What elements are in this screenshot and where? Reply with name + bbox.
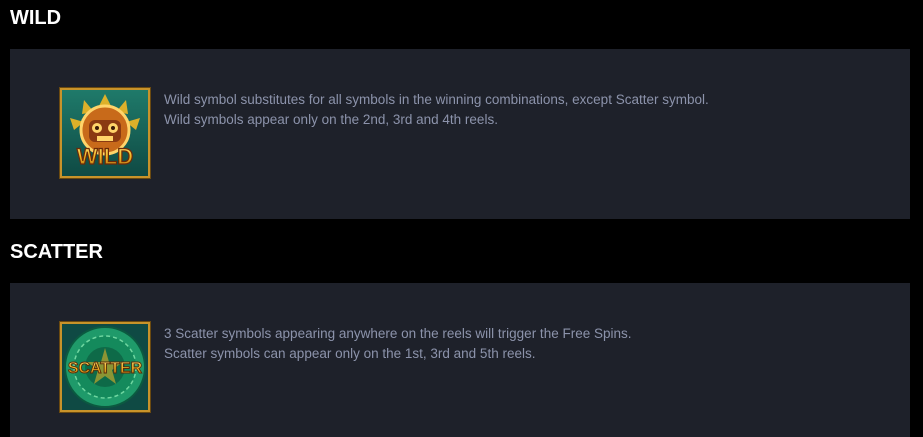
scatter-info-card: SCATTER 3 Scatter symbols appearing anyw… bbox=[10, 283, 910, 437]
wild-icon-text: WILD bbox=[77, 144, 133, 169]
wild-section-title: WILD bbox=[10, 7, 62, 29]
scatter-symbol-icon: SCATTER bbox=[59, 321, 151, 413]
wild-description-line-2: Wild symbols appear only on the 2nd, 3rd… bbox=[164, 112, 498, 127]
scatter-description-line-2: Scatter symbols can appear only on the 1… bbox=[164, 346, 536, 361]
wild-description-line-1: Wild symbol substitutes for all symbols … bbox=[164, 92, 709, 107]
scatter-description: 3 Scatter symbols appearing anywhere on … bbox=[164, 324, 631, 364]
wild-label-overlay: WILD bbox=[76, 143, 133, 169]
wild-symbol-icon: WILD bbox=[59, 87, 151, 179]
scatter-section-title: SCATTER bbox=[10, 241, 103, 263]
scatter-symbol-artwork: SCATTER bbox=[62, 324, 148, 410]
scatter-icon-text: SCATTER bbox=[68, 360, 143, 377]
wild-description: Wild symbol substitutes for all symbols … bbox=[164, 90, 709, 130]
wild-info-card: WILD Wild symbol substitutes for all sym… bbox=[10, 49, 910, 219]
scatter-description-line-1: 3 Scatter symbols appearing anywhere on … bbox=[164, 326, 632, 341]
